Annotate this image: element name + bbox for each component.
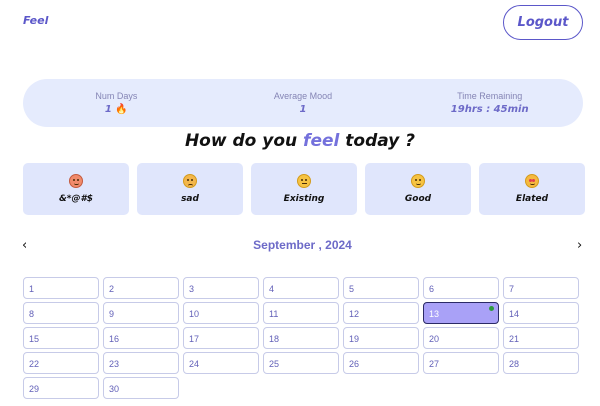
mood-option-sad[interactable]: sad (137, 163, 243, 215)
stat-label: Time Remaining (457, 91, 523, 101)
stat-num-days: Num Days 1 🔥 (23, 79, 210, 127)
calendar-day[interactable]: 30 (103, 377, 179, 399)
calendar-day-number: 7 (509, 284, 515, 294)
stat-label: Num Days (95, 91, 138, 101)
calendar-day-number: 4 (269, 284, 275, 294)
calendar-day[interactable]: 24 (183, 352, 259, 374)
mood-option-angry[interactable]: &*@#$ (23, 163, 129, 215)
calendar-day[interactable]: 2 (103, 277, 179, 299)
calendar-day-number: 3 (189, 284, 195, 294)
calendar-day[interactable]: 12 (343, 302, 419, 324)
calendar-day[interactable]: 20 (423, 327, 499, 349)
calendar-day-number: 29 (29, 384, 40, 394)
calendar-day-number: 19 (349, 334, 360, 344)
calendar-day-number: 23 (109, 359, 120, 369)
neutral-face-icon (297, 174, 311, 188)
stat-average-mood: Average Mood 1 (210, 79, 397, 127)
calendar-day-number: 22 (29, 359, 40, 369)
mood-label: &*@#$ (58, 194, 94, 204)
mood-option-existing[interactable]: Existing (251, 163, 357, 215)
calendar-day-number: 17 (189, 334, 200, 344)
mood-option-elated[interactable]: Elated (479, 163, 585, 215)
calendar-day[interactable]: 7 (503, 277, 579, 299)
calendar-day[interactable]: 15 (23, 327, 99, 349)
calendar-month-title: September , 2024 (253, 238, 352, 252)
calendar-day[interactable]: 6 (423, 277, 499, 299)
calendar-day[interactable]: 19 (343, 327, 419, 349)
next-month-button[interactable]: › (577, 238, 582, 253)
calendar-day-number: 30 (109, 384, 120, 394)
calendar-day-number: 20 (429, 334, 440, 344)
page-title: How do you feel today ? (184, 131, 416, 151)
calendar-day[interactable]: 16 (103, 327, 179, 349)
calendar-day-number: 26 (349, 359, 360, 369)
calendar-day[interactable]: 22 (23, 352, 99, 374)
calendar-day-number: 5 (349, 284, 355, 294)
fire-icon: 🔥 (115, 104, 128, 115)
calendar-day-number: 8 (29, 309, 35, 319)
calendar-day[interactable]: 23 (103, 352, 179, 374)
calendar-day[interactable]: 28 (503, 352, 579, 374)
calendar-day[interactable]: 18 (263, 327, 339, 349)
heart-eyes-face-icon (525, 174, 539, 188)
calendar-day[interactable]: 14 (503, 302, 579, 324)
calendar-day[interactable]: 29 (23, 377, 99, 399)
calendar-day-number: 10 (189, 309, 200, 319)
calendar-day[interactable]: 8 (23, 302, 99, 324)
calendar-grid: 1 2 3 4 5 6 7 8 9 10 11 12 13 14 15 16 17 18 19 20 21 22 23 24 2… (23, 277, 585, 399)
calendar-day-number: 2 (109, 284, 115, 294)
sad-face-icon (183, 174, 197, 188)
calendar-day-number: 28 (509, 359, 520, 369)
calendar-day[interactable]: 17 (183, 327, 259, 349)
smiling-face-icon (411, 174, 425, 188)
logout-button[interactable]: Logout (503, 5, 583, 40)
calendar-day-number: 18 (269, 334, 280, 344)
calendar-day-number: 6 (429, 284, 435, 294)
calendar-day[interactable]: 26 (343, 352, 419, 374)
stats-panel: Num Days 1 🔥 Average Mood 1 Time Remaini… (23, 79, 583, 127)
calendar-day[interactable]: 5 (343, 277, 419, 299)
stat-time-remaining: Time Remaining 19hrs : 45min (396, 79, 583, 127)
mood-label: Good (404, 194, 432, 204)
mood-label: sad (181, 194, 199, 204)
calendar-day[interactable]: 9 (103, 302, 179, 324)
calendar-day[interactable]: 1 (23, 277, 99, 299)
stat-label: Average Mood (273, 91, 333, 101)
app-logo[interactable]: Feel (23, 14, 48, 27)
calendar-day-number: 11 (269, 309, 279, 319)
calendar-day-number: 21 (509, 334, 520, 344)
calendar-day-number: 25 (269, 359, 280, 369)
calendar-day[interactable]: 21 (503, 327, 579, 349)
calendar-day[interactable]: 3 (183, 277, 259, 299)
stat-value: 1 (299, 104, 307, 115)
calendar-day-number: 9 (109, 309, 115, 319)
mood-label: Elated (515, 194, 549, 204)
calendar-day-number: 24 (189, 359, 200, 369)
stat-value: 1 🔥 (104, 104, 128, 115)
mood-label: Existing (283, 194, 325, 204)
calendar-day-number: 1 (29, 284, 35, 294)
calendar-day[interactable]: 10 (183, 302, 259, 324)
calendar-day[interactable]: 13 (423, 302, 499, 324)
calendar-day-number: 16 (109, 334, 120, 344)
mood-option-good[interactable]: Good (365, 163, 471, 215)
calendar-day-number: 27 (429, 359, 440, 369)
stat-value: 19hrs : 45min (450, 104, 529, 115)
calendar-day-number: 13 (429, 309, 440, 319)
mood-selector: &*@#$ sad Existing Good Elated (23, 163, 585, 215)
crying-face-icon (69, 174, 83, 188)
calendar-day-number: 14 (509, 309, 520, 319)
calendar-day-number: 12 (349, 309, 360, 319)
calendar-day-number: 15 (29, 334, 40, 344)
calendar-day[interactable]: 4 (263, 277, 339, 299)
mood-logged-indicator (489, 306, 494, 311)
calendar-day[interactable]: 25 (263, 352, 339, 374)
calendar-day[interactable]: 27 (423, 352, 499, 374)
calendar-day[interactable]: 11 (263, 302, 339, 324)
